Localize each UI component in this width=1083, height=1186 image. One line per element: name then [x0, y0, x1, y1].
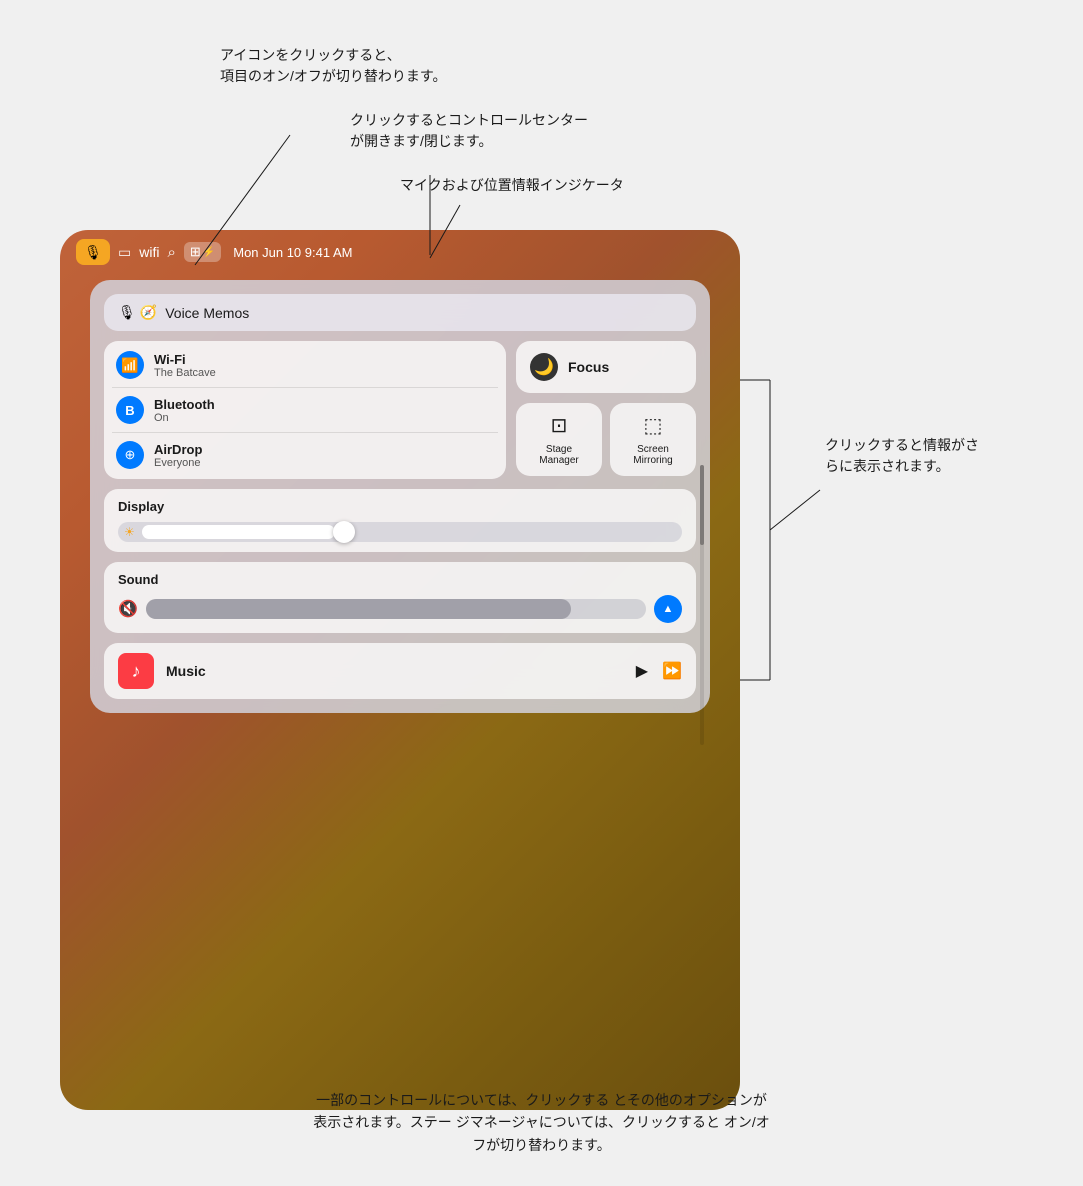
moon-icon: 🌙 — [534, 357, 554, 377]
display-slider[interactable]: ☀ — [118, 522, 682, 542]
control-center-glyph: ⊞ — [190, 244, 201, 260]
airdrop-glyph: ⊕ — [125, 447, 136, 463]
music-app-icon: ♪ — [118, 653, 154, 689]
focus-button[interactable]: 🌙 Focus — [516, 341, 696, 393]
divider-1 — [112, 387, 498, 388]
sun-icon: ☀ — [124, 525, 135, 539]
play-icon[interactable]: ▶ — [636, 661, 648, 681]
airplay-glyph: ▲ — [663, 603, 674, 615]
annotation-top-left: アイコンをクリックすると、 項目のオン/オフが切り替わります。 — [220, 45, 447, 87]
mute-icon[interactable]: 🔇 — [118, 599, 138, 619]
mic-indicator-icon: 🎙 — [118, 304, 136, 321]
display-title: Display — [118, 499, 682, 514]
scrollbar-thumb[interactable] — [700, 465, 704, 545]
bluetooth-item[interactable]: B Bluetooth On — [116, 396, 494, 424]
voice-memos-label: Voice Memos — [165, 305, 682, 321]
fast-forward-icon[interactable]: ⏩ — [662, 661, 682, 681]
annotation-control-center: クリックするとコントロールセンター が開きます/閉じます。 — [350, 110, 588, 152]
mic-icon: 🎙 — [84, 244, 102, 261]
airdrop-text: AirDrop Everyone — [154, 442, 202, 469]
wifi-item[interactable]: 📶 Wi-Fi The Batcave — [116, 351, 494, 379]
sound-slider[interactable] — [146, 599, 646, 619]
stage-manager-button[interactable]: ⊡ StageManager — [516, 403, 602, 476]
mic-badge[interactable]: 🎙 — [76, 239, 110, 265]
screen-mirroring-label: ScreenMirroring — [633, 444, 672, 466]
stage-manager-icon: ⊡ — [551, 413, 568, 438]
airdrop-title: AirDrop — [154, 442, 202, 457]
bluetooth-icon-btn: B — [116, 396, 144, 424]
wifi-subtitle: The Batcave — [154, 367, 216, 379]
sound-section: Sound 🔇 ▲ — [104, 562, 696, 633]
music-controls: ▶ ⏩ — [636, 661, 682, 681]
music-label: Music — [166, 663, 624, 679]
screen-mirroring-button[interactable]: ⬚ ScreenMirroring — [610, 403, 696, 476]
voice-memos-icons: 🎙 🧭 — [118, 304, 157, 321]
top-row: 📶 Wi-Fi The Batcave B Bluetooth On — [104, 341, 696, 479]
wifi-glyph: 📶 — [121, 357, 138, 374]
display-slider-thumb — [333, 521, 355, 543]
annotation-bottom: 一部のコントロールについては、クリックする とその他のオプションが表示されます。… — [312, 1089, 772, 1156]
lightning-icon: ⚡ — [203, 247, 215, 258]
wifi-title: Wi-Fi — [154, 352, 216, 367]
focus-label: Focus — [568, 359, 609, 375]
ipad-screen: 🎙 ▭ wifi ⌕ ⊞ ⚡ Mon Jun 10 9:41 AM 🎙 🧭 Vo… — [60, 230, 740, 1110]
battery-icon: ▭ — [118, 244, 131, 261]
display-slider-fill — [142, 525, 335, 539]
bluetooth-glyph: B — [125, 403, 134, 418]
wifi-text: Wi-Fi The Batcave — [154, 352, 216, 379]
bluetooth-subtitle: On — [154, 412, 215, 424]
airplay-icon[interactable]: ▲ — [654, 595, 682, 623]
scrollbar-track — [700, 465, 704, 745]
annotation-mic-indicator: マイクおよび位置情報インジケータ — [400, 175, 624, 196]
status-bar: 🎙 ▭ wifi ⌕ ⊞ ⚡ Mon Jun 10 9:41 AM — [60, 230, 740, 274]
airdrop-subtitle: Everyone — [154, 457, 202, 469]
sound-slider-fill — [146, 599, 571, 619]
airdrop-item[interactable]: ⊕ AirDrop Everyone — [116, 441, 494, 469]
status-time: Mon Jun 10 9:41 AM — [233, 245, 352, 260]
bluetooth-text: Bluetooth On — [154, 397, 215, 424]
divider-2 — [112, 432, 498, 433]
location-icon: 🧭 — [140, 304, 157, 321]
control-center-icon[interactable]: ⊞ ⚡ — [184, 242, 221, 262]
bottom-right-row: ⊡ StageManager ⬚ ScreenMirroring — [516, 403, 696, 476]
control-center-panel: 🎙 🧭 Voice Memos 📶 Wi-Fi The Batcave — [90, 280, 710, 713]
voice-memos-bar[interactable]: 🎙 🧭 Voice Memos — [104, 294, 696, 331]
wifi-icon: wifi — [139, 244, 159, 260]
bluetooth-title: Bluetooth — [154, 397, 215, 412]
airdrop-icon-btn: ⊕ — [116, 441, 144, 469]
focus-icon: 🌙 — [530, 353, 558, 381]
network-panel: 📶 Wi-Fi The Batcave B Bluetooth On — [104, 341, 506, 479]
screen-mirroring-icon: ⬚ — [644, 413, 663, 438]
music-section[interactable]: ♪ Music ▶ ⏩ — [104, 643, 696, 699]
right-column: 🌙 Focus ⊡ StageManager ⬚ ScreenMirroring — [516, 341, 696, 479]
stage-manager-label: StageManager — [539, 444, 578, 466]
annotation-right-middle: クリックすると情報がさ らに表示されます。 — [825, 435, 979, 477]
music-icon-glyph: ♪ — [132, 661, 141, 682]
sound-slider-row: 🔇 ▲ — [118, 595, 682, 623]
display-section: Display ☀ — [104, 489, 696, 552]
sound-title: Sound — [118, 572, 682, 587]
wifi-icon-btn: 📶 — [116, 351, 144, 379]
search-icon: ⌕ — [167, 244, 175, 261]
